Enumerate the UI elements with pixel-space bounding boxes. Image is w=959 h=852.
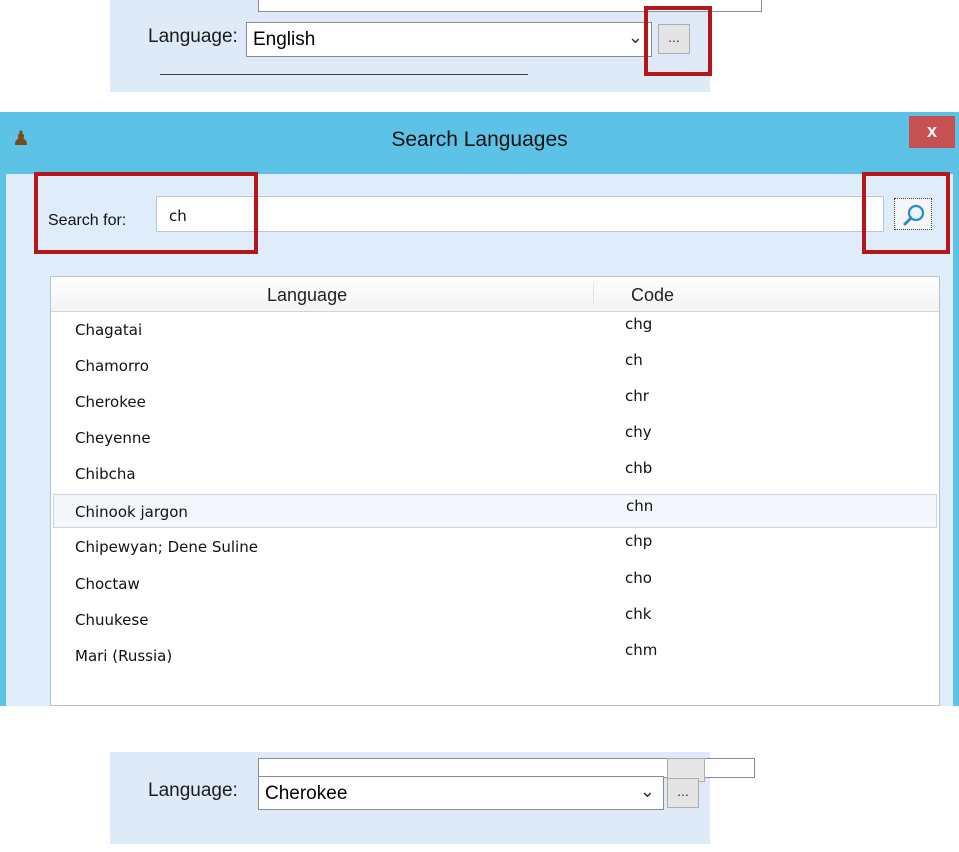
cell-language: Chinook jargon [75,503,188,521]
cell-language: Chagatai [75,321,143,339]
cell-code: chm [625,641,658,659]
language-combobox[interactable]: Cherokee ⌄ [258,776,664,810]
cell-code: chb [625,459,653,477]
cell-language: Chamorro [75,357,149,375]
table-row[interactable]: Chamorro ch [53,349,937,383]
table-row[interactable]: Chibcha chb [53,457,937,491]
table-row[interactable]: Mari (Russia) chm [53,639,937,673]
table-header: Language Code [51,277,939,312]
column-header-code[interactable]: Code [631,285,674,306]
cell-code: chk [625,605,652,623]
divider [160,74,528,75]
language-combobox-value: Cherokee [265,783,348,804]
cell-language: Chipewyan; Dene Suline [75,538,258,556]
table-row[interactable]: Choctaw cho [53,567,937,601]
chevron-down-icon[interactable]: ⌄ [640,781,655,802]
close-button[interactable]: x [909,116,955,148]
cell-language: Chuukese [75,611,149,629]
cell-code: chn [626,497,654,515]
table-row-selected[interactable]: Chinook jargon chn [53,494,937,528]
languages-table: Language Code Chagatai chg Chamorro ch C… [50,276,940,706]
language-combobox-value: English [253,29,316,50]
cell-code: chp [625,532,653,550]
cell-language: Chibcha [75,465,136,483]
cell-code: chr [625,387,649,405]
table-row[interactable]: Chipewyan; Dene Suline chp [53,530,937,564]
dialog-titlebar: ♟ Search Languages x [0,112,959,174]
table-row[interactable]: Cheyenne chy [53,421,937,455]
highlight-search-field [34,172,258,254]
cell-language: Mari (Russia) [75,647,173,665]
column-divider [593,283,594,305]
language-combobox[interactable]: English ⌄ [246,22,652,57]
cell-code: chy [625,423,652,441]
chevron-down-icon[interactable]: ⌄ [628,27,643,48]
cell-language: Cheyenne [75,429,151,447]
highlight-search-button [862,172,950,254]
language-field-after: Language: Cherokee ⌄ ... [110,752,755,844]
table-row[interactable]: Cherokee chr [53,385,937,419]
language-label: Language: [148,780,238,801]
table-row[interactable]: Chuukese chk [53,603,937,637]
table-row[interactable]: Chagatai chg [53,313,937,347]
language-browse-button[interactable]: ... [667,778,699,808]
highlight-browse-button [644,6,712,76]
cell-code: chg [625,315,653,333]
search-input[interactable]: ch [156,196,884,232]
cell-code: cho [625,569,652,587]
cell-language: Choctaw [75,575,140,593]
column-header-language[interactable]: Language [267,285,347,306]
cell-language: Cherokee [75,393,146,411]
language-field-before: Language: English ⌄ ... [110,0,762,92]
language-label: Language: [148,26,238,47]
cell-code: ch [625,351,643,369]
dialog-title: Search Languages [391,128,568,151]
